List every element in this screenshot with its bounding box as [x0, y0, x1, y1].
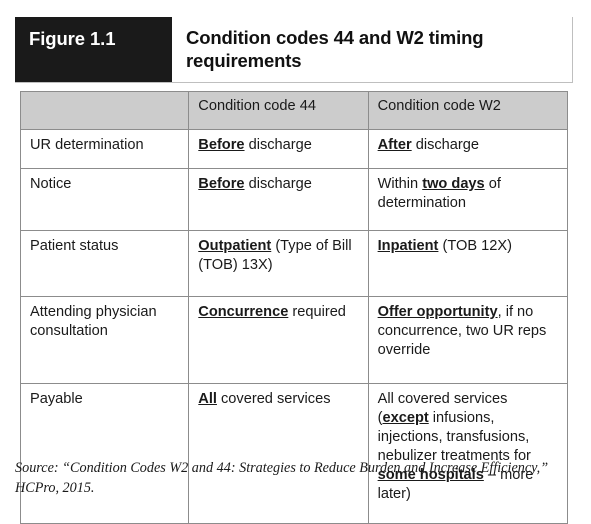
column-header-blank: [19, 91, 190, 131]
emphasis-text: Inpatient: [377, 238, 439, 255]
emphasis-text: Concurrence: [198, 304, 289, 321]
emphasis-text: except: [382, 410, 429, 427]
source-citation: Source: “Condition Codes W2 and 44: Stra…: [15, 460, 549, 497]
cell-cc44-payable: All covered services: [188, 383, 369, 524]
row-label-attending-physician-consultation: Attending physician consultation: [19, 296, 190, 385]
row-label-ur-determination: UR determination: [19, 129, 190, 170]
cell-ccw2-patient-status: Inpatient (TOB 12X): [367, 230, 569, 298]
figure-container: Figure 1.1 Condition codes 44 and W2 tim…: [15, 17, 573, 524]
emphasis-text: Before: [198, 176, 245, 193]
emphasis-text: two days: [422, 176, 485, 193]
cell-text: (TOB 12X): [438, 238, 512, 255]
figure-number-label: Figure 1.1: [15, 17, 172, 83]
emphasis-text: Offer opportunity: [377, 304, 498, 321]
column-header-ccw2: Condition code W2: [367, 91, 569, 131]
cell-ccw2-ur-determination: After discharge: [367, 129, 569, 170]
cell-text: covered services: [216, 391, 331, 408]
table-row: UR determination Before discharge After …: [19, 129, 569, 170]
row-label-notice: Notice: [19, 168, 190, 232]
cell-ccw2-payable: All covered services (except infusions, …: [367, 383, 569, 524]
cell-text: discharge: [244, 137, 312, 154]
figure-title-text: Condition codes 44 and W2 timing require…: [186, 27, 484, 71]
column-header-cc44: Condition code 44: [188, 91, 369, 131]
cell-cc44-ur-determination: Before discharge: [188, 129, 369, 170]
cell-ccw2-notice: Within two days of determination: [367, 168, 569, 232]
cell-text: discharge: [244, 176, 312, 193]
cell-ccw2-attending-physician-consultation: Offer opportunity, if no concurrence, tw…: [367, 296, 569, 385]
row-label-payable: Payable: [19, 383, 190, 524]
row-label-patient-status: Patient status: [19, 230, 190, 298]
cell-cc44-patient-status: Outpatient (Type of Bill (TOB) 13X): [188, 230, 369, 298]
cell-text: required: [288, 304, 346, 321]
cell-cc44-notice: Before discharge: [188, 168, 369, 232]
table-header-row: Condition code 44 Condition code W2: [19, 91, 569, 131]
table-row: Patient status Outpatient (Type of Bill …: [19, 230, 569, 298]
emphasis-text: Outpatient: [198, 238, 272, 255]
cell-text-pre: Within: [377, 176, 423, 193]
emphasis-text: After: [377, 137, 412, 154]
emphasis-text: Before: [198, 137, 245, 154]
table-header: Condition code 44 Condition code W2: [19, 91, 569, 131]
table-row: Payable All covered services All covered…: [19, 383, 569, 524]
table-row: Attending physician consultation Concurr…: [19, 296, 569, 385]
figure-title-banner: Figure 1.1 Condition codes 44 and W2 tim…: [15, 17, 573, 84]
emphasis-text: All: [198, 391, 217, 408]
cell-text: discharge: [411, 137, 480, 154]
table-row: Notice Before discharge Within two days …: [19, 168, 569, 232]
cell-cc44-attending-physician-consultation: Concurrence required: [188, 296, 369, 385]
